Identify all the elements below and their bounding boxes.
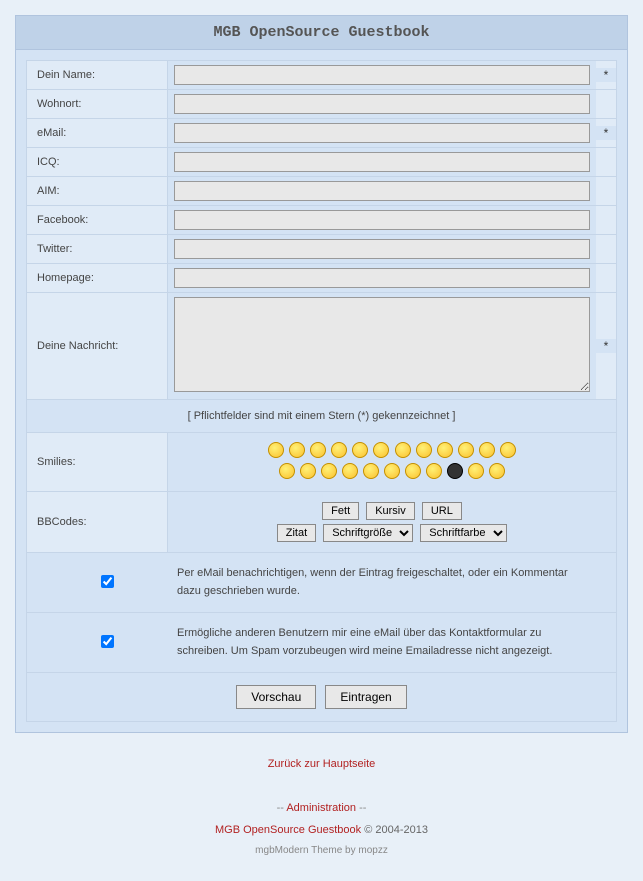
smiley-icon[interactable]	[468, 463, 484, 479]
message-textarea[interactable]	[174, 297, 590, 392]
checkbox-row-contact: Ermögliche anderen Benutzern mir eine eM…	[27, 613, 616, 673]
bbcodes-toolbar: Fett Kursiv URL Zitat Schriftgröße Schri…	[167, 492, 616, 552]
name-required: *	[596, 68, 616, 82]
field-row-email: eMail: *	[27, 119, 616, 148]
smiley-icon[interactable]	[342, 463, 358, 479]
smiley-icon[interactable]	[321, 463, 337, 479]
submit-row: Vorschau Eintragen	[27, 673, 616, 721]
twitter-input[interactable]	[174, 239, 590, 259]
bbcode-fontcolor-select[interactable]: Schriftfarbe	[420, 524, 507, 542]
smiley-icon[interactable]	[426, 463, 442, 479]
field-row-name: Dein Name: *	[27, 61, 616, 90]
bbcode-url-button[interactable]: URL	[422, 502, 462, 520]
bbcode-quote-button[interactable]: Zitat	[277, 524, 316, 542]
message-required: *	[596, 339, 616, 353]
bbcodes-label: BBCodes:	[27, 510, 167, 534]
contact-text: Ermögliche anderen Benutzern mir eine eM…	[177, 625, 606, 660]
smiley-icon[interactable]	[268, 442, 284, 458]
preview-button[interactable]: Vorschau	[236, 685, 316, 709]
product-link[interactable]: MGB OpenSource Guestbook	[215, 824, 361, 836]
guestbook-panel: MGB OpenSource Guestbook Dein Name: * Wo…	[15, 15, 628, 733]
facebook-input[interactable]	[174, 210, 590, 230]
smiley-icon[interactable]	[331, 442, 347, 458]
location-label: Wohnort:	[27, 92, 167, 116]
icq-input[interactable]	[174, 152, 590, 172]
field-row-smilies: Smilies:	[27, 433, 616, 492]
icq-label: ICQ:	[27, 150, 167, 174]
footer: Zurück zur Hauptseite -- Administration …	[15, 733, 628, 866]
field-row-bbcodes: BBCodes: Fett Kursiv URL Zitat Schriftgr…	[27, 492, 616, 553]
smiley-icon[interactable]	[479, 442, 495, 458]
name-label: Dein Name:	[27, 63, 167, 87]
smiley-icon[interactable]	[373, 442, 389, 458]
message-label: Deine Nachricht:	[27, 334, 167, 358]
smiley-icon[interactable]	[458, 442, 474, 458]
back-link[interactable]: Zurück zur Hauptseite	[268, 758, 376, 770]
name-input[interactable]	[174, 65, 590, 85]
smiley-icon[interactable]	[310, 442, 326, 458]
smiley-icon[interactable]	[279, 463, 295, 479]
smiley-icon[interactable]	[447, 463, 463, 479]
required-note: [ Pflichtfelder sind mit einem Stern (*)…	[27, 400, 616, 433]
smiley-icon[interactable]	[500, 442, 516, 458]
field-row-facebook: Facebook:	[27, 206, 616, 235]
smiley-icon[interactable]	[289, 442, 305, 458]
bbcode-bold-button[interactable]: Fett	[322, 502, 359, 520]
submit-button[interactable]: Eintragen	[325, 685, 406, 709]
copyright-text: © 2004-2013	[361, 824, 428, 836]
smiley-icon[interactable]	[416, 442, 432, 458]
notify-checkbox[interactable]	[101, 575, 114, 588]
email-label: eMail:	[27, 121, 167, 145]
notify-text: Per eMail benachrichtigen, wenn der Eint…	[177, 565, 606, 600]
location-input[interactable]	[174, 94, 590, 114]
admin-link[interactable]: Administration	[286, 802, 356, 814]
field-row-twitter: Twitter:	[27, 235, 616, 264]
field-row-message: Deine Nachricht: *	[27, 293, 616, 400]
smilies-palette	[167, 433, 616, 491]
smilies-label: Smilies:	[27, 450, 167, 474]
field-row-location: Wohnort:	[27, 90, 616, 119]
smiley-icon[interactable]	[437, 442, 453, 458]
bbcode-fontsize-select[interactable]: Schriftgröße	[323, 524, 413, 542]
smiley-icon[interactable]	[363, 463, 379, 479]
email-required: *	[596, 126, 616, 140]
guestbook-form: Dein Name: * Wohnort: eMail: * ICQ: AIM:…	[26, 60, 617, 722]
homepage-input[interactable]	[174, 268, 590, 288]
smiley-icon[interactable]	[405, 463, 421, 479]
smiley-icon[interactable]	[300, 463, 316, 479]
smiley-icon[interactable]	[395, 442, 411, 458]
page-title: MGB OpenSource Guestbook	[16, 16, 627, 50]
bbcode-italic-button[interactable]: Kursiv	[366, 502, 415, 520]
field-row-homepage: Homepage:	[27, 264, 616, 293]
smiley-icon[interactable]	[384, 463, 400, 479]
aim-label: AIM:	[27, 179, 167, 203]
smiley-icon[interactable]	[352, 442, 368, 458]
aim-input[interactable]	[174, 181, 590, 201]
theme-credit: mgbModern Theme by mopzz	[25, 841, 618, 861]
email-input[interactable]	[174, 123, 590, 143]
homepage-label: Homepage:	[27, 266, 167, 290]
twitter-label: Twitter:	[27, 237, 167, 261]
smiley-icon[interactable]	[489, 463, 505, 479]
checkbox-row-notify: Per eMail benachrichtigen, wenn der Eint…	[27, 553, 616, 613]
contact-checkbox[interactable]	[101, 635, 114, 648]
field-row-icq: ICQ:	[27, 148, 616, 177]
facebook-label: Facebook:	[27, 208, 167, 232]
field-row-aim: AIM:	[27, 177, 616, 206]
